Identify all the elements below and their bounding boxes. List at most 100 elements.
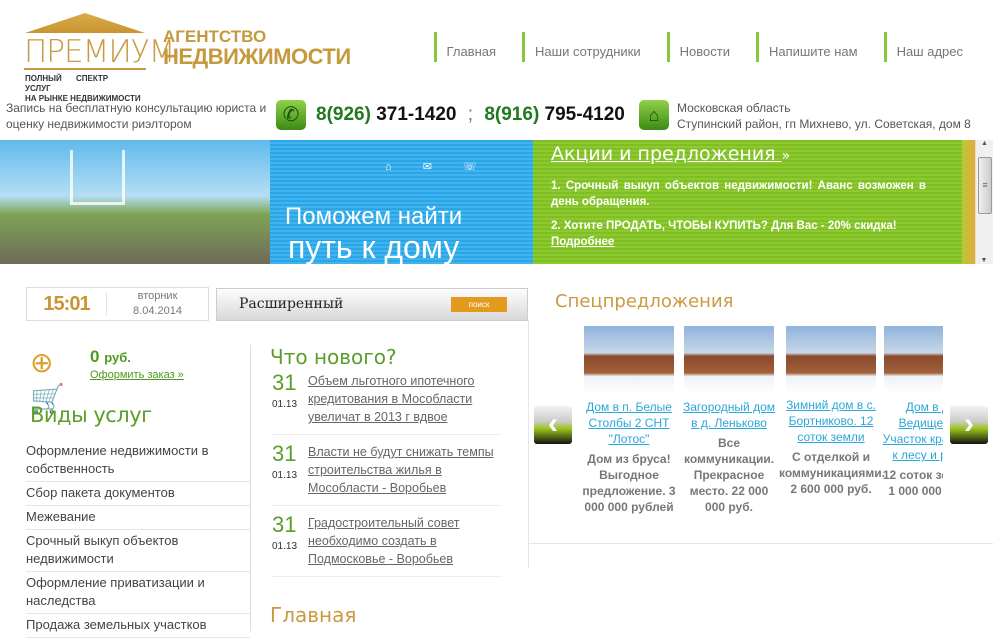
- service-item[interactable]: Срочный выкуп объектов недвижимости: [26, 530, 250, 572]
- promo-title-text[interactable]: Акции и предложения: [551, 143, 776, 165]
- column-divider: [250, 345, 251, 631]
- offer-link[interactable]: Зимний дом в с. Бортниково. 12 соток зем…: [779, 397, 883, 445]
- promo-scrollbar[interactable]: ▲ ≡ ▼: [975, 140, 993, 264]
- address-line-1: Московская область: [677, 101, 791, 115]
- phone-icon: ✆: [276, 100, 306, 130]
- offer-photo[interactable]: [884, 326, 943, 393]
- clock-time: 15:01: [27, 292, 107, 316]
- news-day: 31: [272, 370, 297, 395]
- news-item: 31 01.13 Градостроительный совет необходим…: [272, 513, 502, 577]
- promo-panel: Акции и предложения » 1. Срочный выкуп о…: [533, 140, 975, 264]
- consultation-text: Запись на бесплатную консультацию юриста…: [6, 101, 267, 131]
- banner-slogan: Поможем найти путь к дому: [285, 202, 463, 264]
- address-line-2: Ступинский район, гп Михнево, ул. Советс…: [677, 117, 971, 131]
- nav-home[interactable]: Главная: [433, 32, 506, 62]
- tagline-1: ПОЛНЫЙ СПЕКТР УСЛУГ: [25, 74, 109, 93]
- offer-desc: Дом из бруса! Выгодное предложение. 3 00…: [582, 452, 676, 514]
- news-day: 31: [272, 441, 297, 466]
- right-divider: [528, 320, 529, 568]
- cart-icon[interactable]: ⊕🛒: [30, 345, 88, 414]
- scroll-up-icon[interactable]: ▲: [976, 140, 993, 147]
- news-day: 31: [272, 512, 297, 537]
- news-title: Что нового?: [270, 345, 397, 369]
- news-month: 01.13: [272, 399, 298, 410]
- cart-sum-value: 0: [90, 347, 100, 366]
- service-item[interactable]: Оформление недвижимости в собственность: [26, 440, 250, 482]
- logo-roof-icon: [25, 13, 145, 33]
- news-month: 01.13: [272, 541, 298, 552]
- search-button[interactable]: поиск: [451, 297, 507, 312]
- promo-title[interactable]: Акции и предложения »: [551, 143, 790, 165]
- offer-desc: С отделкой и коммуникациями. 2 600 000 р…: [779, 450, 885, 496]
- slogan-line-2: путь к дому: [287, 229, 460, 264]
- offer-desc: 12 соток земли. 1 000 000 руб.: [882, 468, 943, 498]
- promo-edge: [962, 140, 975, 264]
- service-item[interactable]: Межевание: [26, 506, 250, 530]
- offer-photo[interactable]: [584, 326, 674, 393]
- home-icon: ⌂: [639, 100, 669, 130]
- offer-card: Дом в д. Ведищево. Участок крайний к лес…: [879, 326, 943, 499]
- promo-item-2-text: 2. Хотите ПРОДАТЬ, ЧТОБЫ КУПИТЬ? Для Вас…: [551, 220, 897, 232]
- phone-number-1: 371-1420: [376, 104, 457, 125]
- clock-day: вторник: [137, 290, 178, 302]
- service-item[interactable]: Продажа земельных участков: [26, 614, 250, 638]
- house-outline-icon: [70, 150, 125, 205]
- promo-more-link[interactable]: Подробнее: [551, 236, 614, 248]
- news-link[interactable]: Объем льготного ипотечного кредитования …: [308, 372, 502, 425]
- offer-link[interactable]: Дом в п. Белые Столбы 2 СНТ "Лотос": [579, 399, 679, 447]
- offer-card: Зимний дом в с. Бортниково. 12 соток зем…: [779, 326, 885, 497]
- logo[interactable]: ПРЕМИУМ: [24, 36, 175, 70]
- phone-separator: ;: [467, 104, 474, 125]
- cart-sum: 0 руб.: [90, 347, 131, 367]
- advanced-search-link[interactable]: Расширенный: [239, 296, 343, 312]
- offer-card: Загородный дом в д. Леньково Все коммуник…: [679, 326, 779, 515]
- news-month: 01.13: [272, 470, 298, 481]
- news-item: 31 01.13 Объем льготного ипотечного кредит…: [272, 371, 502, 435]
- phone-code-1: 8(926): [316, 104, 371, 125]
- clock-widget: 15:01 вторник 8.04.2014: [26, 287, 209, 321]
- promo-item-1-num: 1.: [551, 180, 561, 192]
- news-link[interactable]: Градостроительный совет необходимо созда…: [308, 514, 502, 567]
- nav-contact[interactable]: Напишите нам: [755, 32, 868, 62]
- banner-icons: ⌂ ✉ ☏: [385, 161, 477, 173]
- news-list: 31 01.13 Объем льготного ипотечного кредит…: [272, 371, 502, 584]
- agency-line-2: НЕДВИЖИМОСТИ: [163, 44, 351, 69]
- main-section-title: Главная: [270, 603, 357, 627]
- promo-item-1-text: Срочный выкуп объектов недвижимости! Ава…: [551, 180, 927, 208]
- search-bar: Расширенный поиск: [216, 288, 528, 321]
- special-offers-carousel: Дом в п. Белые Столбы 2 СНТ "Лотос" Дом и…: [578, 326, 943, 546]
- service-item[interactable]: Сбор пакета документов: [26, 482, 250, 506]
- carousel-prev-button[interactable]: ‹: [534, 406, 572, 444]
- promo-item-2: 2. Хотите ПРОДАТЬ, ЧТОБЫ КУПИТЬ? Для Вас…: [551, 218, 926, 250]
- offer-link[interactable]: Загородный дом в д. Леньково: [679, 399, 779, 431]
- carousel-next-button[interactable]: ›: [950, 406, 988, 444]
- agency-title: АГЕНТСТВО НЕДВИЖИМОСТИ: [163, 27, 351, 69]
- service-item[interactable]: Оформление приватизации и наследства: [26, 572, 250, 614]
- offer-photo[interactable]: [786, 326, 876, 393]
- scroll-thumb[interactable]: ≡: [978, 157, 992, 214]
- phone-code-2: 8(916): [484, 104, 540, 125]
- main-nav: Главная Наши сотрудники Новости Напишите…: [418, 32, 973, 62]
- address: Московская область Ступинский район, гп М…: [677, 100, 971, 132]
- scroll-down-icon[interactable]: ▼: [976, 257, 992, 264]
- offer-link[interactable]: Дом в д. Ведищево. Участок крайний к лес…: [879, 399, 943, 463]
- special-offers-title: Спецпредложения: [555, 291, 734, 312]
- news-link[interactable]: Власти не будут снижать темпы строительс…: [308, 443, 502, 496]
- promo-arrow: »: [781, 148, 791, 164]
- nav-address[interactable]: Наш адрес: [883, 32, 973, 62]
- phone-numbers: 8(926) 371-1420 ; 8(916) 795-4120: [316, 104, 625, 126]
- slogan-line-1: Поможем найти: [285, 203, 463, 230]
- checkout-link[interactable]: Оформить заказ »: [90, 369, 184, 381]
- offer-card: Дом в п. Белые Столбы 2 СНТ "Лотос" Дом и…: [579, 326, 679, 515]
- cart-currency: руб.: [104, 350, 131, 365]
- offer-photo[interactable]: [684, 326, 774, 393]
- clock-date: 8.04.2014: [133, 305, 182, 317]
- nav-staff[interactable]: Наши сотрудники: [522, 32, 651, 62]
- services-title: Виды услуг: [30, 403, 152, 427]
- news-item: 31 01.13 Власти не будут снижать темпы стр…: [272, 442, 502, 506]
- services-list: Оформление недвижимости в собственность …: [26, 440, 250, 638]
- promo-item-1: 1. Срочный выкуп объектов недвижимости! …: [551, 178, 926, 210]
- offer-desc: Все коммуникации. Прекрасное место. 22 0…: [683, 436, 775, 514]
- nav-news[interactable]: Новости: [666, 32, 740, 62]
- phone-number-2: 795-4120: [544, 104, 625, 125]
